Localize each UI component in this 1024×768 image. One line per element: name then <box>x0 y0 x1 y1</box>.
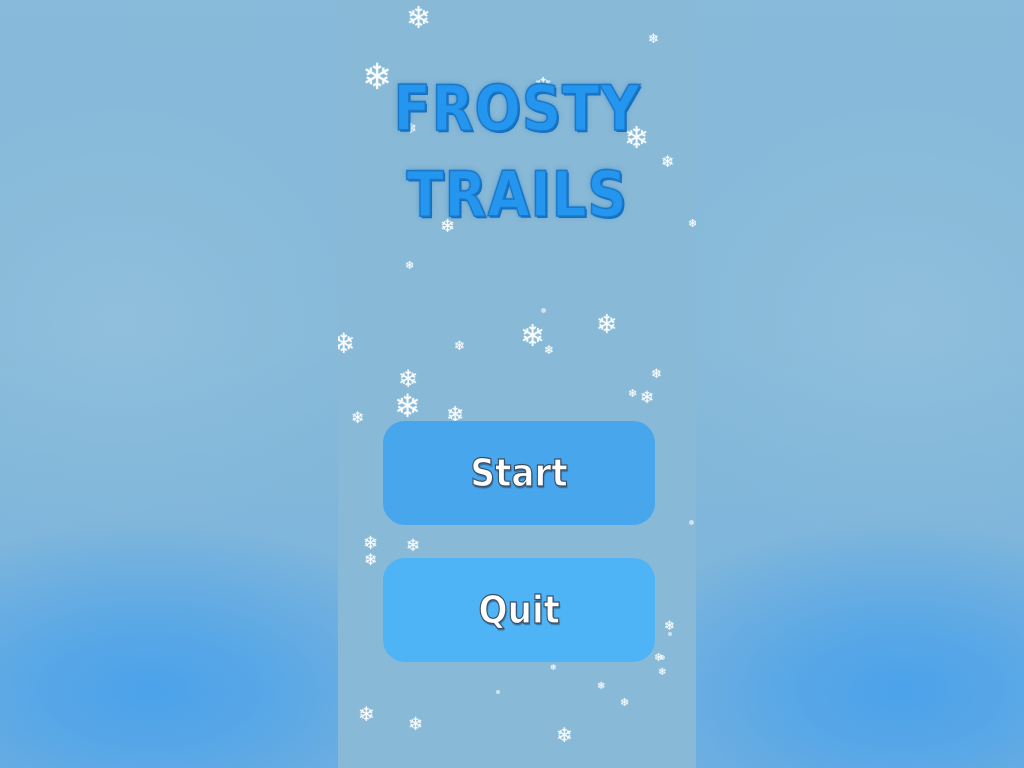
snowflake-icon: ❄ <box>628 387 638 400</box>
snow-particle <box>668 632 672 636</box>
game-panel: ❄ ❄ ❄ ❄ ❄ ❄ ❄ ❄ ❄ ❄ ❄ ❄ ❄ ❄ ❄ ❄ ❄ ❄ ❄ ❄ … <box>338 0 696 768</box>
snowflake-icon: ❄ <box>556 723 573 747</box>
snowflake-icon: ❄ <box>405 259 415 272</box>
snowflake-icon: ❄ <box>406 1 432 36</box>
snowflake-icon: ❄ <box>648 32 659 47</box>
snowflake-icon: ❄ <box>338 327 356 360</box>
snowflake-icon: ❄ <box>454 339 465 354</box>
quit-button-label: Quit <box>478 587 561 632</box>
left-background-glow <box>0 0 340 768</box>
snowflake-icon: ❄ <box>408 714 424 735</box>
snowflake-icon: ❄ <box>688 217 696 230</box>
snowflake-icon: ❄ <box>358 702 375 726</box>
snowflake-icon: ❄ <box>520 319 546 354</box>
snowflake-icon: ❄ <box>596 310 618 340</box>
snowflake-icon: ❄ <box>658 667 667 678</box>
snowflake-icon: ❄ <box>394 387 421 425</box>
snowflake-icon: ❄ <box>550 663 557 672</box>
snowflake-icon: ❄ <box>351 408 365 427</box>
snowflake-icon: ❄ <box>597 681 606 692</box>
quit-button[interactable]: Quit <box>383 558 655 662</box>
game-title-line-2: TRAILS <box>406 157 628 232</box>
snowflake-icon: ❄ <box>620 696 630 709</box>
snowflake-icon: ❄ <box>364 550 378 569</box>
start-button[interactable]: Start <box>383 421 655 525</box>
snowflake-icon: ❄ <box>640 388 655 408</box>
snow-particle <box>689 520 694 525</box>
start-button-label: Start <box>470 450 568 495</box>
right-background-glow <box>684 0 1024 768</box>
snow-particle <box>660 655 665 660</box>
snowflake-icon: ❄ <box>544 343 555 357</box>
snowflake-icon: ❄ <box>651 367 662 382</box>
snow-particle <box>541 308 546 313</box>
snow-particle <box>496 690 500 694</box>
game-title-line-1: FROSTY <box>393 71 641 146</box>
snowflake-icon: ❄ <box>406 536 421 556</box>
